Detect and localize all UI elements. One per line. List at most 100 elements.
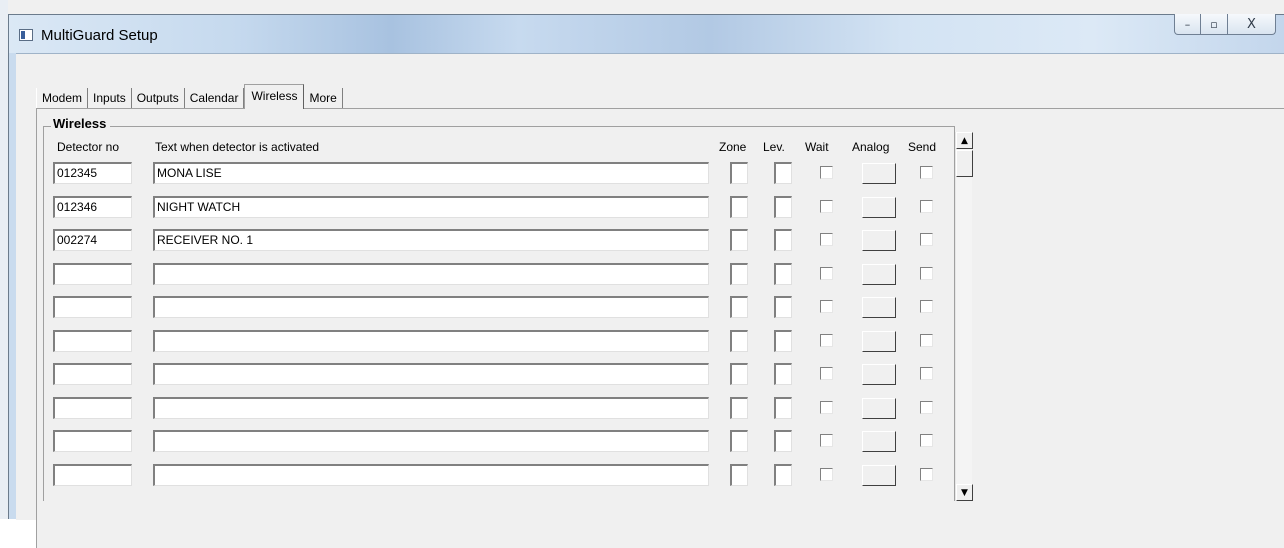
zone-field[interactable]	[730, 263, 748, 285]
level-field[interactable]	[774, 464, 792, 486]
zone-field[interactable]	[730, 330, 748, 352]
level-field[interactable]	[774, 397, 792, 419]
scroll-thumb[interactable]	[956, 150, 973, 177]
detector-text-field[interactable]	[153, 397, 709, 419]
header-wait: Wait	[805, 140, 829, 154]
minimize-button[interactable]: –	[1174, 14, 1201, 35]
analog-button[interactable]	[862, 331, 896, 352]
send-checkbox[interactable]	[920, 367, 933, 380]
detector-text-field[interactable]: MONA LISE	[153, 162, 709, 184]
zone-field[interactable]	[730, 296, 748, 318]
wait-checkbox[interactable]	[820, 267, 833, 280]
detector-no-field[interactable]	[53, 330, 132, 352]
wait-checkbox[interactable]	[820, 233, 833, 246]
detector-no-field[interactable]	[53, 363, 132, 385]
send-checkbox[interactable]	[920, 233, 933, 246]
arrow-up-icon: ▲	[961, 135, 968, 146]
wait-checkbox[interactable]	[820, 300, 833, 313]
detector-text-field[interactable]: NIGHT WATCH	[153, 196, 709, 218]
tab-strip: Modem Inputs Outputs Calendar Wireless M…	[36, 84, 343, 109]
detector-text-field[interactable]	[153, 296, 709, 318]
detector-no-field[interactable]	[53, 397, 132, 419]
level-field[interactable]	[774, 196, 792, 218]
level-field[interactable]	[774, 430, 792, 452]
detector-no-field[interactable]: 012346	[53, 196, 132, 218]
analog-button[interactable]	[862, 398, 896, 419]
wait-checkbox[interactable]	[820, 367, 833, 380]
wait-checkbox[interactable]	[820, 401, 833, 414]
detector-no-field[interactable]	[53, 296, 132, 318]
title-bar[interactable]: MultiGuard Setup – ▫ X	[9, 14, 1284, 53]
tab-more[interactable]: More	[304, 88, 343, 108]
send-checkbox[interactable]	[920, 200, 933, 213]
analog-button[interactable]	[862, 163, 896, 184]
tab-modem[interactable]: Modem	[36, 88, 89, 108]
wait-checkbox[interactable]	[820, 166, 833, 179]
detector-no-field[interactable]: 002274	[53, 229, 132, 251]
detector-text-field[interactable]	[153, 263, 709, 285]
minimize-icon: –	[1184, 17, 1191, 31]
level-field[interactable]	[774, 263, 792, 285]
zone-field[interactable]	[730, 363, 748, 385]
level-field[interactable]	[774, 296, 792, 318]
desktop-edge	[0, 0, 8, 519]
wait-checkbox[interactable]	[820, 468, 833, 481]
maximize-button[interactable]: ▫	[1201, 14, 1228, 35]
analog-button[interactable]	[862, 465, 896, 486]
detector-text-field[interactable]	[153, 430, 709, 452]
zone-field[interactable]	[730, 397, 748, 419]
header-text: Text when detector is activated	[155, 140, 320, 154]
send-checkbox[interactable]	[920, 300, 933, 313]
header-zone: Zone	[719, 140, 747, 154]
scroll-down-button[interactable]: ▼	[956, 484, 973, 501]
send-checkbox[interactable]	[920, 166, 933, 179]
send-checkbox[interactable]	[920, 401, 933, 414]
arrow-down-icon: ▼	[961, 487, 968, 498]
analog-button[interactable]	[862, 297, 896, 318]
header-analog: Analog	[852, 140, 890, 154]
send-checkbox[interactable]	[920, 334, 933, 347]
header-detector-no: Detector no	[57, 140, 120, 154]
header-lev: Lev.	[763, 140, 785, 154]
detector-no-field[interactable]	[53, 464, 132, 486]
tab-inputs[interactable]: Inputs	[88, 88, 132, 108]
tab-wireless[interactable]: Wireless	[244, 84, 305, 109]
app-icon[interactable]	[19, 29, 33, 41]
detector-text-field[interactable]: RECEIVER NO. 1	[153, 229, 709, 251]
detector-no-field[interactable]: 012345	[53, 162, 132, 184]
wait-checkbox[interactable]	[820, 200, 833, 213]
analog-button[interactable]	[862, 264, 896, 285]
window-title: MultiGuard Setup	[41, 27, 158, 44]
zone-field[interactable]	[730, 162, 748, 184]
detector-no-field[interactable]	[53, 263, 132, 285]
analog-button[interactable]	[862, 431, 896, 452]
level-field[interactable]	[774, 330, 792, 352]
detector-text-field[interactable]	[153, 464, 709, 486]
detector-no-field[interactable]	[53, 430, 132, 452]
zone-field[interactable]	[730, 430, 748, 452]
level-field[interactable]	[774, 229, 792, 251]
analog-button[interactable]	[862, 364, 896, 385]
caption-buttons: – ▫ X	[1174, 14, 1276, 36]
close-button[interactable]: X	[1228, 14, 1276, 35]
zone-field[interactable]	[730, 196, 748, 218]
level-field[interactable]	[774, 363, 792, 385]
vertical-scrollbar[interactable]: ▲ ▼	[955, 132, 973, 501]
scroll-up-button[interactable]: ▲	[956, 132, 973, 149]
tab-outputs[interactable]: Outputs	[132, 88, 185, 108]
zone-field[interactable]	[730, 229, 748, 251]
detector-text-field[interactable]	[153, 330, 709, 352]
send-checkbox[interactable]	[920, 434, 933, 447]
detector-text-field[interactable]	[153, 363, 709, 385]
wait-checkbox[interactable]	[820, 434, 833, 447]
wait-checkbox[interactable]	[820, 334, 833, 347]
level-field[interactable]	[774, 162, 792, 184]
send-checkbox[interactable]	[920, 468, 933, 481]
group-title: Wireless	[51, 116, 111, 131]
analog-button[interactable]	[862, 197, 896, 218]
analog-button[interactable]	[862, 230, 896, 251]
send-checkbox[interactable]	[920, 267, 933, 280]
tab-calendar[interactable]: Calendar	[185, 88, 245, 108]
zone-field[interactable]	[730, 464, 748, 486]
close-icon: X	[1247, 16, 1256, 32]
